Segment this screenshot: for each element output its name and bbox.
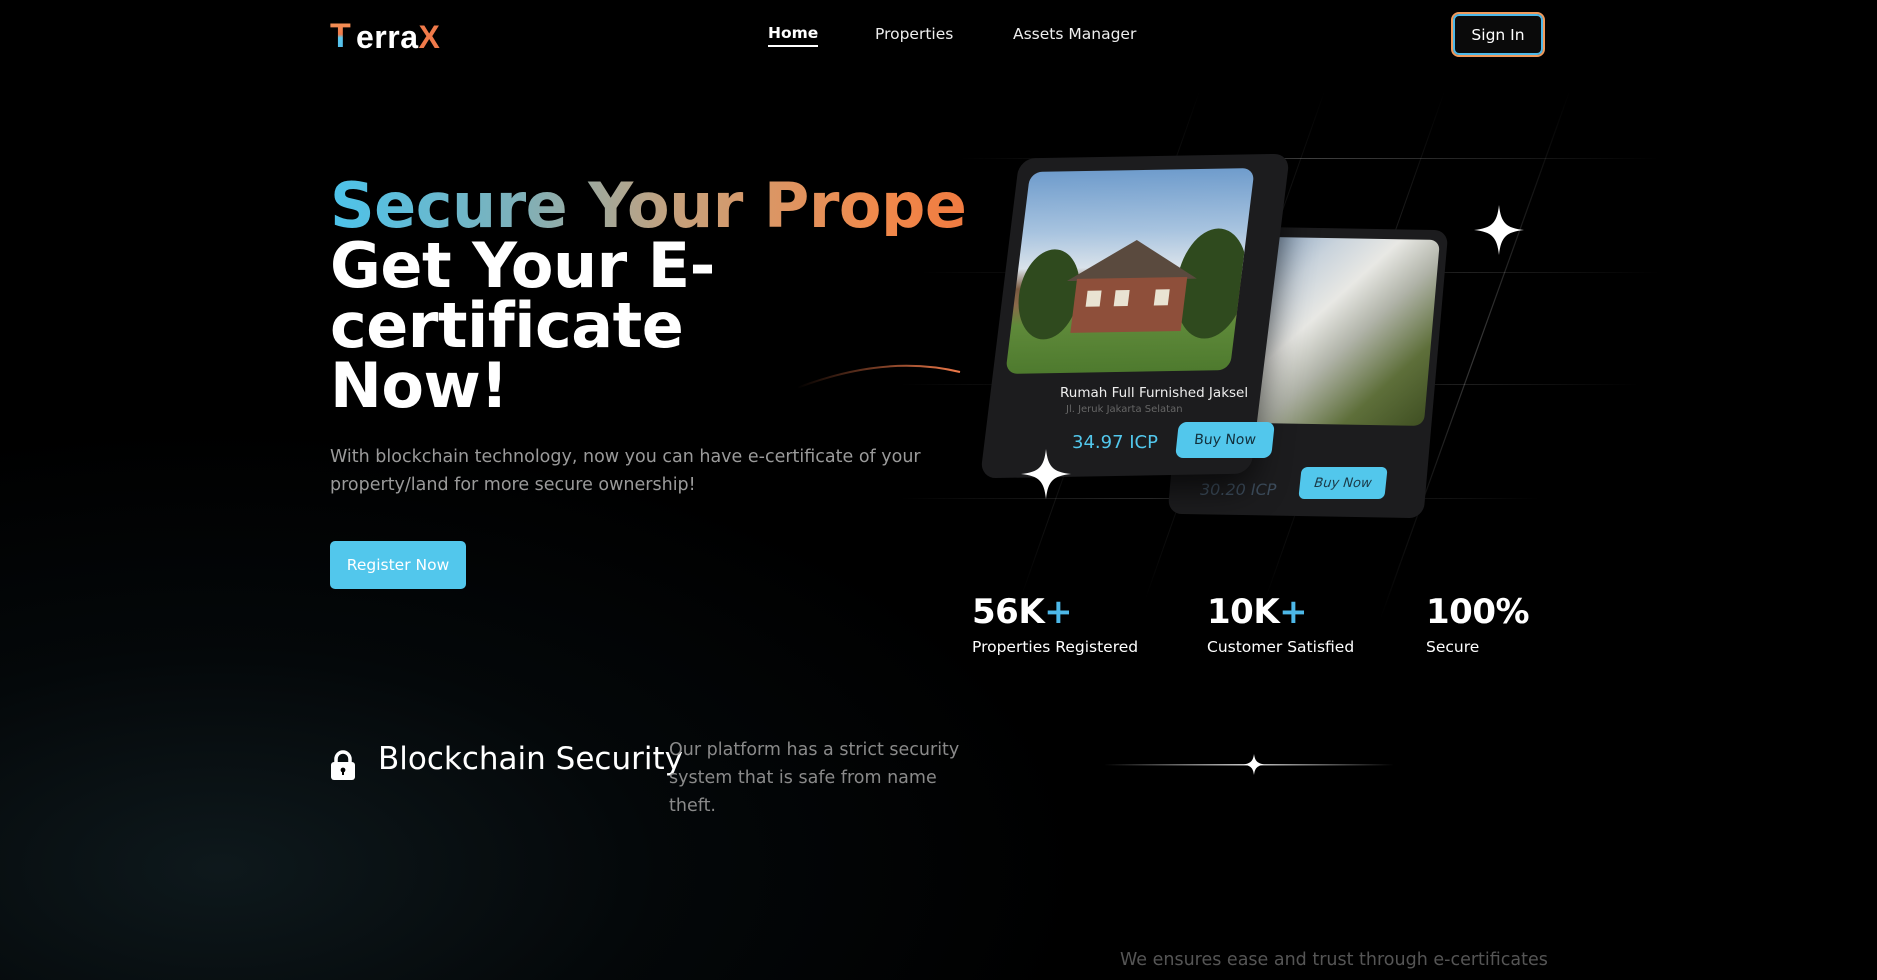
hero-heading-line-2: Get Your E-certificate — [330, 229, 715, 362]
logo-wordmark: erraX — [356, 18, 440, 56]
property-price: 34.97 ICP — [1072, 432, 1158, 453]
property-title: Rumah Full Furnished Jaksel — [1060, 385, 1249, 401]
nav-properties-link[interactable]: Properties — [875, 25, 953, 43]
logo-x-letter: X — [418, 19, 441, 55]
section-intro-text: We ensures ease and trust through e-cert… — [1120, 950, 1548, 970]
sparkle-divider — [1104, 754, 1394, 775]
sign-in-button[interactable]: Sign In — [1451, 12, 1545, 57]
hero-description: With blockchain technology, now you can … — [330, 447, 921, 495]
stat-number: 56K — [972, 592, 1045, 632]
lock-icon — [331, 750, 355, 780]
top-navigation: T erraX Home Properties Assets Manager S… — [0, 0, 1877, 70]
nav-assets-manager-link[interactable]: Assets Manager — [1013, 25, 1136, 43]
logo-t-mark: T — [330, 17, 351, 55]
stat-label: Secure — [1426, 638, 1480, 656]
stat-value: 56K+ — [972, 592, 1138, 632]
property-back-buy-button[interactable]: Buy Now — [1298, 467, 1388, 499]
nav-home-link[interactable]: Home — [768, 24, 819, 47]
hero-heading: Secure Your Property, Get Your E-certifi… — [330, 169, 1084, 422]
stat-customers: 10K+ Customer Satisfied — [1207, 592, 1354, 656]
sparkle-icon — [1474, 205, 1524, 255]
stat-number: 10K — [1207, 592, 1280, 632]
stat-number: 100% — [1426, 592, 1530, 632]
hero-heading-line-1: Secure Your Property, — [330, 169, 1084, 242]
feature-description: Our platform has a strict security syste… — [669, 740, 960, 816]
stat-suffix: + — [1279, 592, 1308, 632]
stat-label: Properties Registered — [972, 638, 1139, 656]
property-back-price: 30.20 ICP — [1200, 480, 1277, 499]
property-buy-button[interactable]: Buy Now — [1175, 422, 1275, 458]
stat-label: Customer Satisfied — [1207, 638, 1355, 656]
logo-wordmark-text: erra — [356, 19, 419, 55]
stat-value: 10K+ — [1207, 592, 1354, 632]
register-now-button[interactable]: Register Now — [330, 541, 466, 589]
stat-value: 100% — [1426, 592, 1530, 632]
terrax-logo[interactable]: T erraX — [330, 17, 448, 56]
hero-heading-line-3: Now! — [330, 349, 509, 422]
stat-suffix: + — [1044, 592, 1073, 632]
stat-secure: 100% Secure — [1426, 592, 1530, 656]
feature-title: Blockchain Security — [378, 741, 683, 777]
stat-properties: 56K+ Properties Registered — [972, 592, 1138, 656]
property-address: Jl. Jeruk Jakarta Selatan — [1066, 404, 1183, 415]
sparkle-icon — [1021, 449, 1071, 499]
